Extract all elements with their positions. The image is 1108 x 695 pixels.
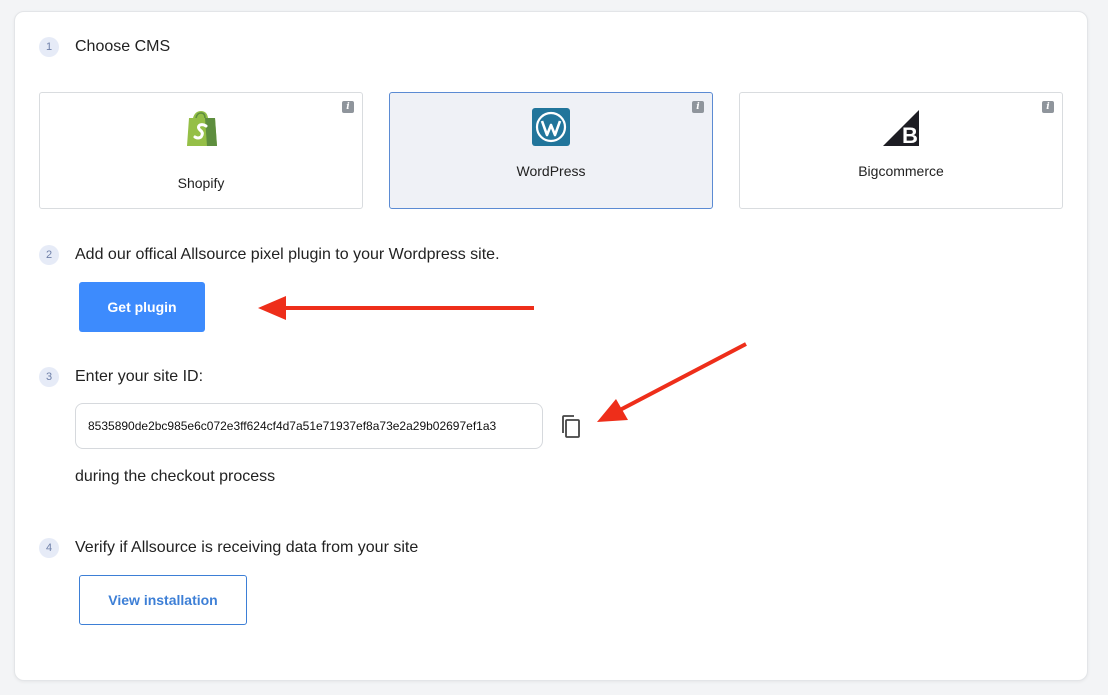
- step-number: 3: [39, 367, 59, 387]
- view-installation-button[interactable]: View installation: [79, 575, 247, 625]
- bigcommerce-logo-icon: B: [883, 110, 919, 148]
- step-1-header: 1 Choose CMS: [39, 37, 170, 57]
- step-4-header: 4 Verify if Allsource is receiving data …: [39, 538, 418, 558]
- cms-option-wordpress[interactable]: i WordPress: [389, 92, 713, 209]
- svg-text:B: B: [902, 123, 918, 148]
- install-card: 1 Choose CMS i Shopify i WordPress i B B…: [14, 11, 1088, 681]
- shopify-logo-icon: [187, 111, 217, 146]
- cms-label: WordPress: [516, 163, 586, 179]
- checkout-note: during the checkout process: [75, 468, 276, 485]
- step-number: 4: [39, 538, 59, 558]
- info-icon[interactable]: i: [342, 101, 354, 113]
- step-title: Choose CMS: [75, 38, 171, 55]
- wordpress-logo-icon: [532, 108, 570, 146]
- step-title: Verify if Allsource is receiving data fr…: [75, 539, 419, 556]
- step-title: Add our offical Allsource pixel plugin t…: [75, 246, 500, 263]
- info-icon[interactable]: i: [692, 101, 704, 113]
- cms-label: Shopify: [177, 175, 225, 191]
- site-id-field[interactable]: [75, 403, 543, 449]
- step-number: 1: [39, 37, 59, 57]
- cms-option-shopify[interactable]: i Shopify: [39, 92, 363, 209]
- get-plugin-button[interactable]: Get plugin: [79, 282, 205, 332]
- cms-option-bigcommerce[interactable]: i B Bigcommerce: [739, 92, 1063, 209]
- info-icon[interactable]: i: [1042, 101, 1054, 113]
- cms-label: Bigcommerce: [858, 163, 944, 179]
- step-title: Enter your site ID:: [75, 368, 204, 385]
- step-2-header: 2 Add our offical Allsource pixel plugin…: [39, 245, 500, 265]
- step-number: 2: [39, 245, 59, 265]
- step-3-header: 3 Enter your site ID:: [39, 367, 203, 387]
- copy-icon[interactable]: [560, 414, 582, 440]
